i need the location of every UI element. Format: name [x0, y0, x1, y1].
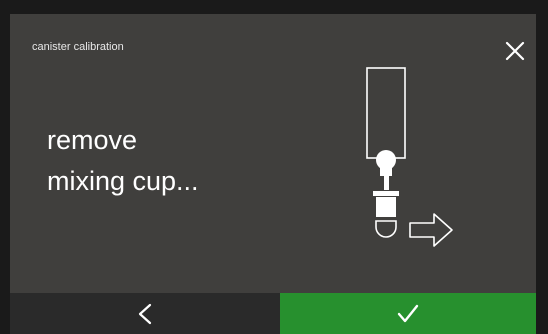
checkmark-icon: [397, 304, 419, 322]
instruction-line-2: mixing cup...: [47, 166, 199, 196]
instruction-line-1: remove: [47, 125, 138, 155]
instruction-message: remove mixing cup...: [47, 120, 199, 202]
canister-outline: [366, 67, 406, 159]
back-button[interactable]: [10, 293, 280, 334]
calibration-screen: canister calibration remove mixing cup..…: [10, 14, 536, 334]
mixing-cup-body: [376, 197, 396, 217]
screen-title: canister calibration: [32, 41, 124, 53]
mixing-cup-top: [373, 191, 399, 196]
close-icon: [505, 41, 525, 61]
arrow-right-icon: [409, 213, 453, 247]
mixing-cup-bowl: [375, 220, 397, 238]
bottom-action-bar: [10, 293, 536, 334]
chevron-left-icon: [138, 303, 152, 324]
outlet-neck: [384, 176, 389, 190]
remove-mixing-cup-illustration: [366, 67, 453, 247]
confirm-button[interactable]: [280, 293, 536, 334]
close-button[interactable]: [498, 34, 532, 68]
outlet-stem: [380, 166, 392, 176]
